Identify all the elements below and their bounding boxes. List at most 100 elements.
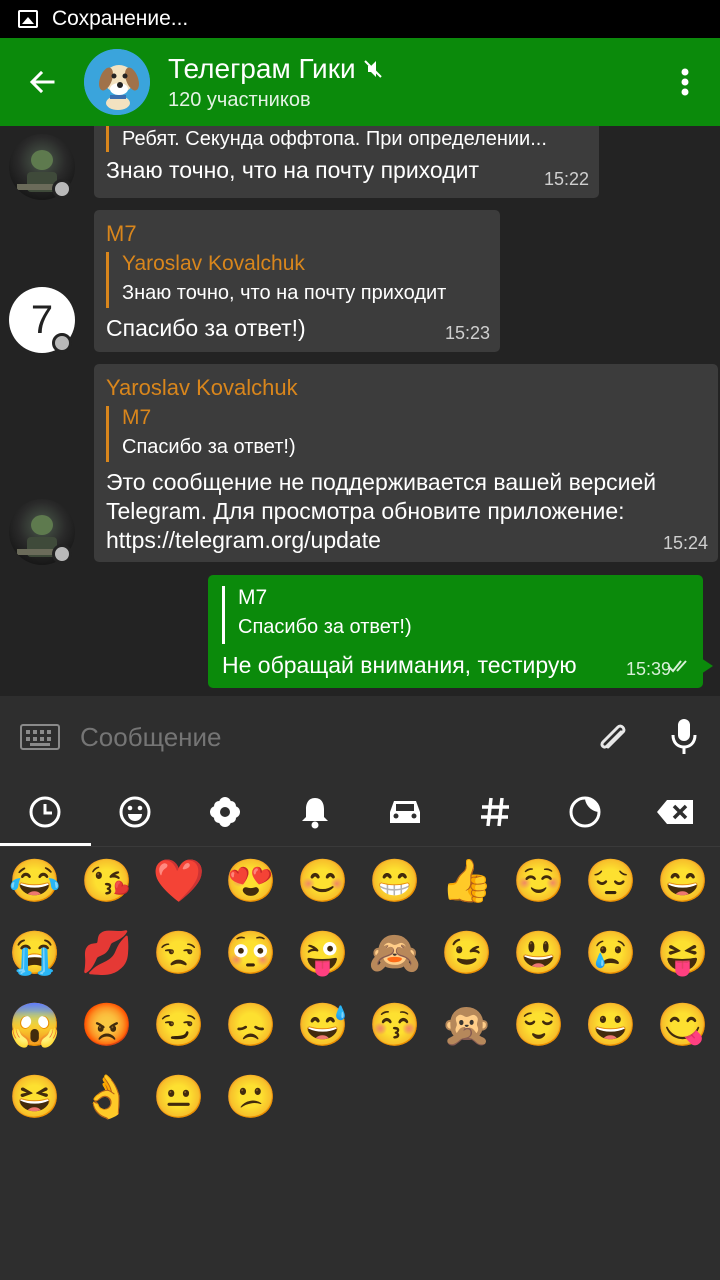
emoji-item[interactable]: 😂 (8, 854, 62, 908)
emoji-item[interactable]: 💋 (80, 926, 134, 980)
dog-icon (84, 49, 150, 115)
message-text-line: Telegram. Для просмотра обновите приложе… (106, 498, 625, 524)
tab-smileys[interactable] (90, 778, 180, 846)
reply-quote[interactable]: Yaroslav Kovalchuk Знаю точно, что на по… (106, 252, 446, 308)
message-bubble[interactable]: M7 Yaroslav Kovalchuk Знаю точно, что на… (94, 210, 500, 352)
emoji-item[interactable]: 😚 (368, 998, 422, 1052)
chat-title-block[interactable]: Телеграм Гики 120 участников (168, 53, 650, 112)
reply-quote[interactable]: M7 Спасибо за ответ!) (222, 586, 412, 644)
message-text: Не обращай внимания, тестирую (222, 652, 577, 678)
emoji-item[interactable]: 😃 (512, 926, 566, 980)
tab-objects[interactable] (270, 778, 360, 846)
message-time: 15:39 (625, 659, 671, 679)
quote-author: M7 (238, 586, 268, 609)
back-arrow-icon (29, 70, 55, 94)
reply-quote[interactable]: Ребят. Секунда оффтопа. При определении.… (106, 126, 547, 152)
tabs-divider (0, 846, 720, 847)
emoji-item[interactable]: 😳 (224, 926, 278, 980)
back-button[interactable] (0, 38, 84, 126)
muted-icon (362, 58, 384, 80)
emoji-item[interactable]: 😒 (152, 926, 206, 980)
keyboard-icon (20, 724, 60, 750)
message-list[interactable]: Ребят. Секунда оффтопа. При определении.… (0, 126, 720, 696)
emoji-item[interactable]: 😝 (656, 926, 710, 980)
emoji-tabs (0, 778, 720, 846)
moon-icon (569, 796, 601, 828)
keyboard-toggle-button[interactable] (0, 696, 80, 778)
group-avatar[interactable] (84, 49, 150, 115)
emoji-item[interactable]: 😭 (8, 926, 62, 980)
status-bar-text: Сохранение... (52, 7, 189, 30)
emoji-item[interactable]: 😆 (8, 1070, 62, 1124)
emoji-item[interactable]: 😊 (296, 854, 350, 908)
emoji-item[interactable]: 😘 (80, 854, 134, 908)
avatar-letter: 7 (30, 297, 54, 342)
tab-recent[interactable] (0, 778, 91, 846)
emoji-item[interactable]: 🙊 (440, 998, 494, 1052)
message-author[interactable]: M7 (106, 221, 137, 247)
emoji-item[interactable]: 😕 (224, 1070, 278, 1124)
voice-record-button[interactable] (648, 696, 720, 778)
emoji-item[interactable]: 😞 (224, 998, 278, 1052)
double-check-icon (667, 659, 693, 678)
emoji-item[interactable]: 😄 (656, 854, 710, 908)
smiley-icon (119, 796, 151, 828)
backspace-icon (657, 800, 693, 824)
offline-status-dot (52, 333, 72, 353)
car-icon (390, 801, 420, 823)
message-text-line: Это сообщение не поддерживается вашей ве… (106, 469, 657, 495)
quote-text: Спасибо за ответ!) (122, 436, 296, 458)
member-count: 120 участников (168, 88, 311, 111)
message-time: 15:24 (662, 533, 708, 553)
tab-flags[interactable] (540, 778, 630, 846)
quote-author: M7 (122, 406, 152, 429)
hashtag-icon (481, 797, 509, 827)
emoji-item[interactable]: 😁 (368, 854, 422, 908)
tab-travel[interactable] (360, 778, 450, 846)
image-icon (18, 10, 38, 28)
emoji-item[interactable]: 😀 (584, 998, 638, 1052)
message-author[interactable]: Yaroslav Kovalchuk (106, 375, 298, 401)
emoji-item[interactable]: 🙈 (368, 926, 422, 980)
message-bubble[interactable]: Ребят. Секунда оффтопа. При определении.… (94, 126, 599, 198)
emoji-item[interactable]: 😉 (440, 926, 494, 980)
microphone-icon (671, 719, 697, 754)
chat-header: Телеграм Гики 120 участников (0, 38, 720, 126)
emoji-item[interactable]: 😢 (584, 926, 638, 980)
emoji-panel: 😂 😘 ❤️ 😍 😊 😁 👍 ☺️ 😔 😄 😭 💋 😒 😳 😜 🙈 😉 😃 😢 😝 😱 😡 😏 😞 😅 😚 🙊 😌 😀 😋 😆 👌 😐 😕 (0, 778, 720, 1280)
message-bubble[interactable]: Yaroslav Kovalchuk M7 Спасибо за ответ!)… (94, 364, 718, 562)
emoji-item[interactable]: 👍 (440, 854, 494, 908)
emoji-item[interactable]: ❤️ (152, 854, 206, 908)
emoji-item[interactable]: 😡 (80, 998, 134, 1052)
more-options-button[interactable] (650, 38, 720, 126)
emoji-item[interactable]: 😋 (656, 998, 710, 1052)
bubble-tail (701, 658, 713, 674)
emoji-item[interactable]: 😱 (8, 998, 62, 1052)
emoji-item[interactable]: 👌 (80, 1070, 134, 1124)
outgoing-message-bubble[interactable]: M7 Спасибо за ответ!) Не обращай внимани… (208, 575, 713, 688)
quote-text: Знаю точно, что на почту приходит (122, 282, 447, 304)
recent-icon (29, 796, 61, 828)
message-link[interactable]: https://telegram.org/update (106, 526, 656, 555)
message-input[interactable] (80, 721, 576, 753)
emoji-item[interactable]: ☺️ (512, 854, 566, 908)
emoji-item[interactable]: 😅 (296, 998, 350, 1052)
attach-button[interactable] (576, 696, 648, 778)
emoji-item[interactable]: 😍 (224, 854, 278, 908)
more-vertical-icon (681, 68, 689, 96)
emoji-item[interactable]: 😔 (584, 854, 638, 908)
tab-symbols[interactable] (450, 778, 540, 846)
emoji-item[interactable]: 😜 (296, 926, 350, 980)
emoji-item[interactable]: 😏 (152, 998, 206, 1052)
paperclip-icon (600, 724, 626, 749)
quote-author: Yaroslav Kovalchuk (122, 252, 305, 275)
backspace-button[interactable] (630, 778, 720, 846)
emoji-item[interactable]: 😌 (512, 998, 566, 1052)
message-time: 15:22 (543, 169, 589, 189)
offline-status-dot (52, 544, 72, 564)
emoji-item[interactable]: 😐 (152, 1070, 206, 1124)
quote-text: Ребят. Секунда оффтопа. При определении.… (122, 128, 547, 150)
tab-nature[interactable] (180, 778, 270, 846)
offline-status-dot (52, 179, 72, 199)
reply-quote[interactable]: M7 Спасибо за ответ!) (106, 406, 296, 462)
